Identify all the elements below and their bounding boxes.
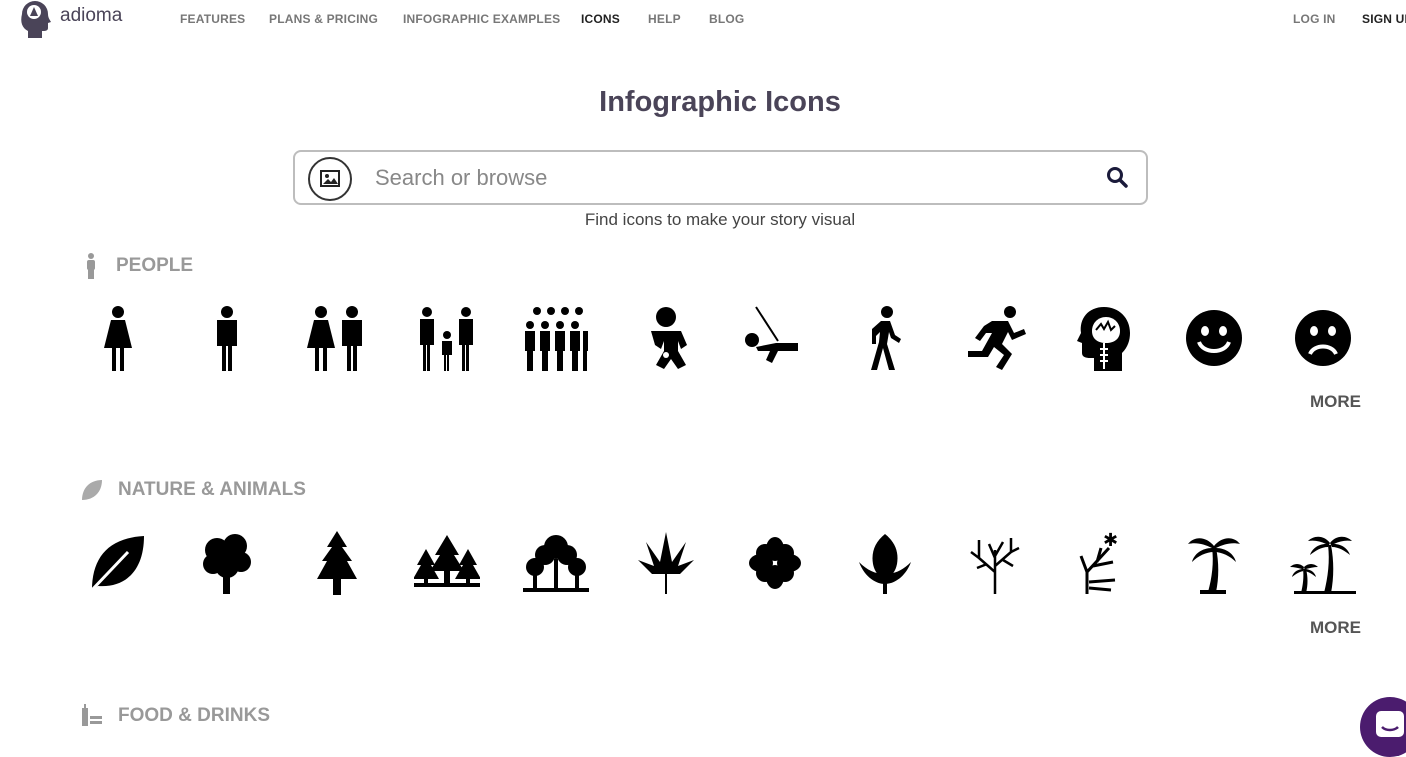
nature-more-link[interactable]: MORE <box>1310 618 1361 638</box>
woman-icon[interactable] <box>63 303 173 373</box>
section-title: NATURE & ANIMALS <box>118 479 306 500</box>
couple-icon[interactable] <box>282 303 392 373</box>
image-search-button[interactable] <box>308 157 352 201</box>
branch-with-flower-icon[interactable]: ✱ <box>1049 528 1159 598</box>
palm-trees-icon[interactable] <box>1269 528 1379 598</box>
person-icon <box>87 253 95 279</box>
search-input[interactable] <box>375 164 1075 192</box>
nav-icons[interactable]: ICONS <box>581 12 620 26</box>
nav-blog[interactable]: BLOG <box>709 12 744 26</box>
brand-name: adioma <box>60 5 123 26</box>
running-person-icon[interactable] <box>940 303 1050 373</box>
section-title: FOOD & DRINKS <box>118 705 270 726</box>
search-icon <box>1107 167 1128 188</box>
forest-icon[interactable] <box>392 528 502 598</box>
tulip-icon[interactable] <box>830 528 940 598</box>
leaf-icon[interactable] <box>63 528 173 598</box>
swing-icon[interactable] <box>721 303 831 373</box>
adioma-logo-icon <box>21 1 51 38</box>
signup-link[interactable]: SIGN UP <box>1362 12 1406 26</box>
group-icon[interactable] <box>501 303 611 373</box>
section-header-nature-animals: NATURE & ANIMALS <box>80 478 306 502</box>
walking-person-icon[interactable] <box>830 303 940 373</box>
login-link[interactable]: LOG IN <box>1293 12 1336 26</box>
cannabis-leaf-icon[interactable] <box>611 528 721 598</box>
top-nav: adioma FEATURES PLANS & PRICING INFOGRAP… <box>0 0 1406 40</box>
search-button[interactable] <box>1106 166 1128 193</box>
man-icon[interactable] <box>173 303 283 373</box>
nature-icon-row: ✱ <box>63 528 1378 598</box>
food-drink-icon <box>82 704 102 726</box>
section-header-people: PEOPLE <box>80 253 193 279</box>
tree-icon[interactable] <box>173 528 283 598</box>
brain-head-icon[interactable] <box>1049 303 1159 373</box>
page-title: Infographic Icons <box>599 86 841 118</box>
chat-widget-button[interactable] <box>1360 697 1406 757</box>
section-title: PEOPLE <box>116 255 194 276</box>
people-more-link[interactable]: MORE <box>1310 392 1361 412</box>
logo[interactable]: adioma <box>18 0 122 38</box>
nav-infographic-examples[interactable]: INFOGRAPHIC EXAMPLES <box>403 12 560 26</box>
family-icon[interactable] <box>392 303 502 373</box>
nav-help[interactable]: HELP <box>648 12 681 26</box>
sad-face-icon[interactable] <box>1269 303 1379 373</box>
leaf-icon <box>82 480 102 500</box>
chat-icon <box>1376 711 1404 737</box>
flower-icon[interactable] <box>721 528 831 598</box>
pine-tree-icon[interactable] <box>282 528 392 598</box>
svg-text:✱: ✱ <box>1103 532 1118 551</box>
bare-tree-icon[interactable] <box>940 528 1050 598</box>
smiley-face-icon[interactable] <box>1159 303 1269 373</box>
image-icon <box>320 170 340 187</box>
people-icon-row <box>63 303 1378 373</box>
baby-icon[interactable] <box>611 303 721 373</box>
palm-tree-icon[interactable] <box>1159 528 1269 598</box>
nav-features[interactable]: FEATURES <box>180 12 245 26</box>
trees-icon[interactable] <box>501 528 611 598</box>
section-header-food-drinks: FOOD & DRINKS <box>80 704 270 728</box>
search-subtitle: Find icons to make your story visual <box>584 210 856 229</box>
search-bar <box>293 150 1148 205</box>
nav-plans-pricing[interactable]: PLANS & PRICING <box>269 12 378 26</box>
